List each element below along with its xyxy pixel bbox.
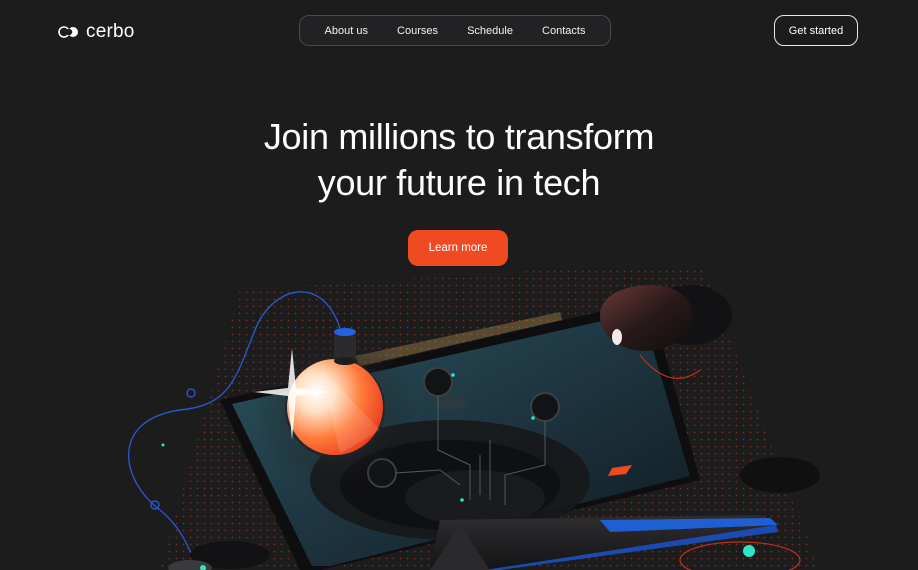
- nav-item-contacts[interactable]: Contacts: [542, 25, 585, 37]
- hero-title-line-2: your future in tech: [317, 162, 601, 203]
- brand-logo[interactable]: cerbo: [58, 21, 135, 43]
- nav-item-about-us[interactable]: About us: [325, 25, 368, 37]
- main-nav: About us Courses Schedule Contacts: [299, 15, 611, 46]
- interlocking-circles-icon: [58, 26, 78, 38]
- nav-item-courses[interactable]: Courses: [397, 25, 438, 37]
- laptop-with-glowing-orb-illustration: [128, 270, 820, 570]
- hero-title: Join millions to transform your future i…: [0, 114, 918, 206]
- learn-more-button[interactable]: Learn more: [408, 230, 508, 266]
- brand-name: cerbo: [86, 21, 135, 42]
- nav-item-schedule[interactable]: Schedule: [467, 25, 513, 37]
- site-header: cerbo About us Courses Schedule Contacts…: [0, 0, 918, 64]
- hero-title-line-1: Join millions to transform: [263, 116, 655, 157]
- get-started-button[interactable]: Get started: [774, 15, 858, 46]
